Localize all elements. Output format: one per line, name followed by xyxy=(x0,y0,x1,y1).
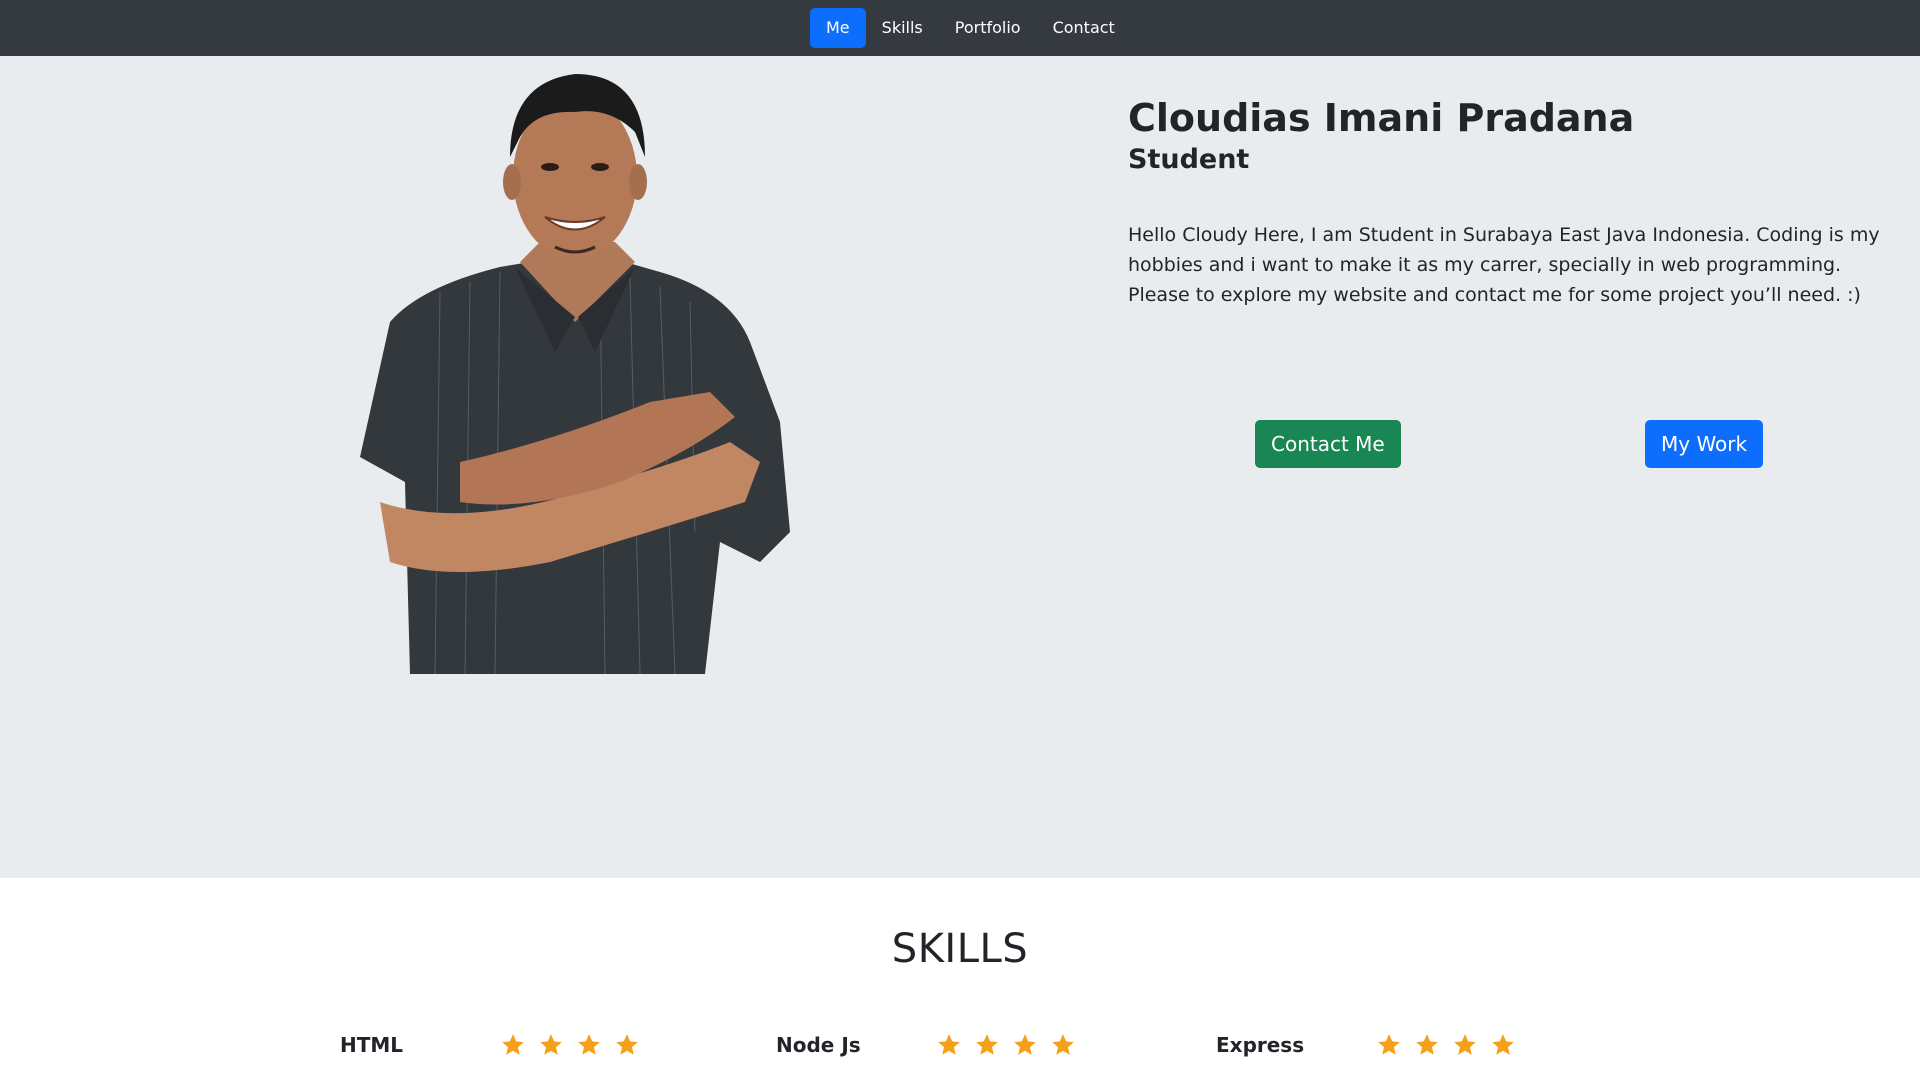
star-icon xyxy=(578,1034,600,1055)
contact-me-button[interactable]: Contact Me xyxy=(1255,420,1401,468)
nav-item-me[interactable]: Me xyxy=(810,8,866,48)
my-work-button[interactable]: My Work xyxy=(1645,420,1764,468)
profile-description: Hello Cloudy Here, I am Student in Surab… xyxy=(1128,223,1880,306)
star-icon xyxy=(1454,1034,1476,1055)
star-icon xyxy=(616,1034,638,1055)
star-icon xyxy=(1492,1034,1514,1055)
skill-rating xyxy=(500,1032,640,1058)
star-icon xyxy=(1378,1034,1400,1055)
skills-heading: SKILLS xyxy=(891,926,1029,972)
top-navbar: Me Skills Portfolio Contact xyxy=(0,0,1920,56)
skill-item-express: Express xyxy=(1216,1030,1516,1060)
skills-section: SKILLS HTML Node Js Express xyxy=(0,878,1920,1080)
star-icon xyxy=(540,1034,562,1055)
star-icon xyxy=(502,1034,524,1055)
skill-name: HTML xyxy=(340,1033,404,1057)
star-icon xyxy=(938,1034,960,1055)
star-icon xyxy=(1416,1034,1438,1055)
star-icon xyxy=(1052,1034,1074,1055)
nav-menu: Me Skills Portfolio Contact xyxy=(810,8,1131,48)
nav-item-portfolio[interactable]: Portfolio xyxy=(939,8,1037,48)
profile-role: Student xyxy=(1128,143,1250,175)
skill-name: Node Js xyxy=(776,1033,861,1057)
star-icon xyxy=(1014,1034,1036,1055)
profile-photo xyxy=(360,74,790,674)
hero-section: Cloudias Imani Pradana Student Hello Clo… xyxy=(0,56,1920,878)
star-icon xyxy=(976,1034,998,1055)
skill-rating xyxy=(1376,1032,1516,1058)
nav-item-contact[interactable]: Contact xyxy=(1037,8,1131,48)
hero-text-block: Cloudias Imani Pradana Student Hello Clo… xyxy=(1128,96,1888,310)
skill-name: Express xyxy=(1216,1033,1305,1057)
nav-item-skills[interactable]: Skills xyxy=(866,8,939,48)
skill-rating xyxy=(936,1032,1076,1058)
profile-name: Cloudias Imani Pradana xyxy=(1128,96,1635,140)
skill-item-nodejs: Node Js xyxy=(776,1030,1076,1060)
skill-item-html: HTML xyxy=(340,1030,640,1060)
